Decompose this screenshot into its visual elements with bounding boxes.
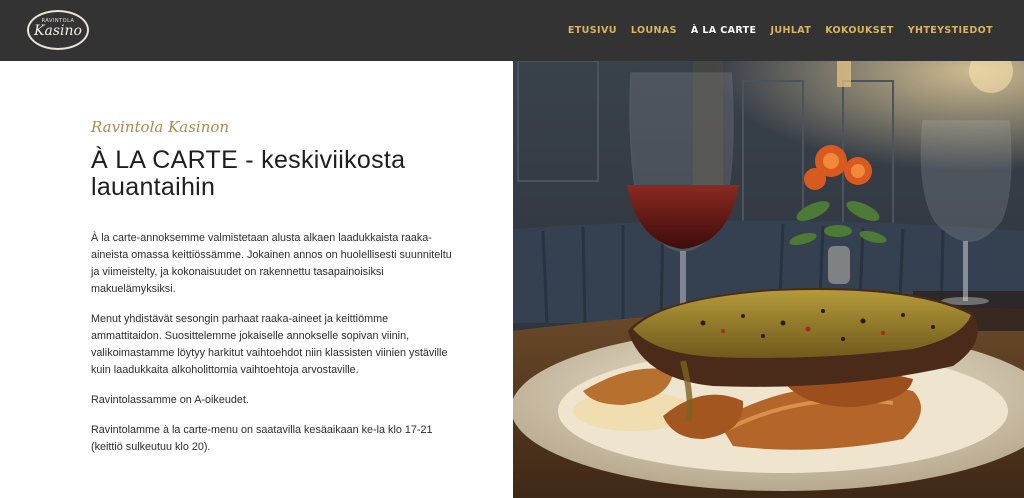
section-kicker: Ravintola Kasinon — [91, 118, 230, 136]
paragraph-2: Menut yhdistävät sesongin parhaat raaka-… — [91, 313, 448, 376]
intro-section: Ravintola Kasinon À LA CARTE - keskiviik… — [0, 61, 513, 498]
kasino-logo[interactable]: RAVINTOLA Kasino — [27, 10, 89, 50]
nav-a-la-carte[interactable]: À LA CARTE — [691, 25, 757, 36]
paragraph-4: Ravintolamme à la carte-menu on saatavil… — [91, 424, 433, 453]
nav-kokoukset[interactable]: KOKOUKSET — [825, 25, 894, 36]
intro-text: À la carte-annoksemme valmistetaan alust… — [91, 230, 456, 469]
page-title: À LA CARTE - keskiviikosta lauantaihin — [91, 146, 406, 201]
paragraph-1: À la carte-annoksemme valmistetaan alust… — [91, 232, 452, 295]
nav-juhlat[interactable]: JUHLAT — [770, 25, 811, 36]
paragraph-3: Ravintolassamme on A-oikeudet. — [91, 394, 249, 406]
steak-dish-photo — [513, 61, 1024, 498]
nav-yhteystiedot[interactable]: YHTEYSTIEDOT — [908, 25, 993, 36]
nav-etusivu[interactable]: ETUSIVU — [568, 25, 617, 36]
main-nav: ETUSIVU LOUNAS À LA CARTE JUHLAT KOKOUKS… — [568, 22, 993, 38]
logo-name: Kasino — [34, 23, 82, 39]
nav-lounas[interactable]: LOUNAS — [631, 25, 677, 36]
site-header: RAVINTOLA Kasino ETUSIVU LOUNAS À LA CAR… — [0, 0, 1024, 61]
